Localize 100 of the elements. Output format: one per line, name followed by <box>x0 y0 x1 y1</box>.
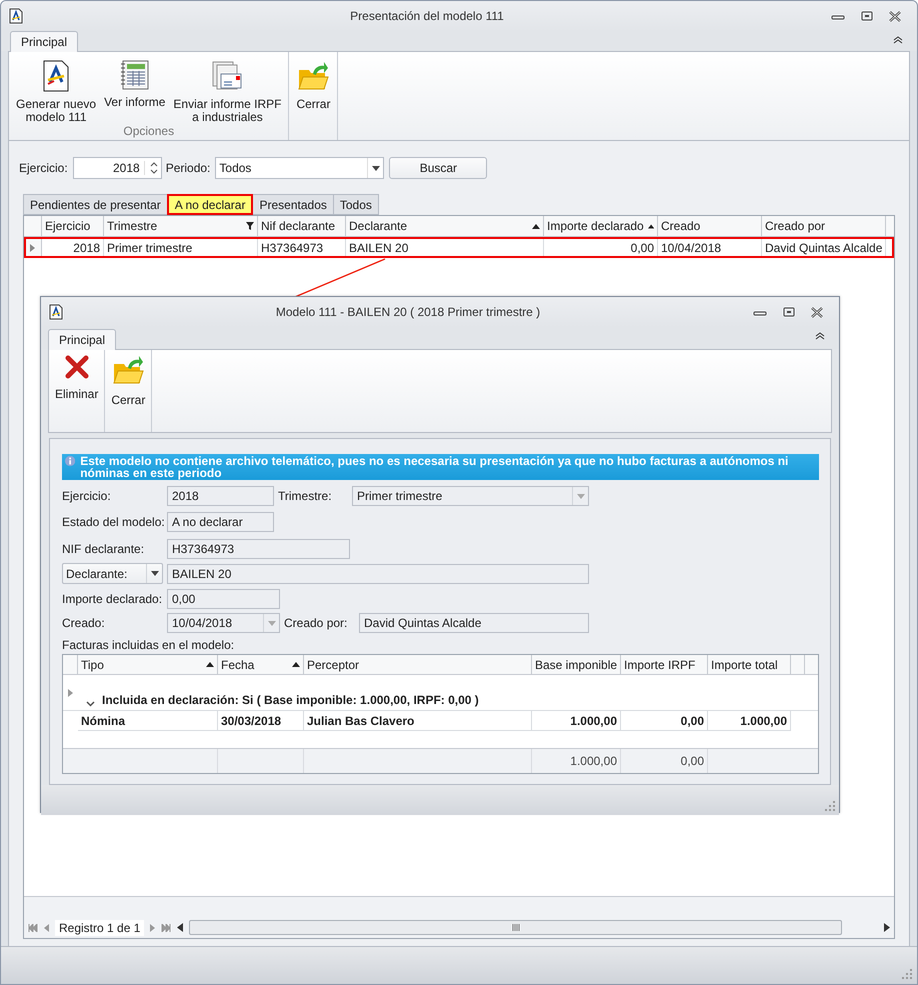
documents-envelope-icon <box>211 60 244 92</box>
text-field[interactable]: David Quintas Alcalde <box>359 613 589 633</box>
column-header[interactable]: Nif declarante <box>258 216 346 236</box>
info-message: Este modelo no contiene archivo telemático, pues no es necesaria su presentación ya que no hubo facturas a autónomos ni nóminas en este periodo <box>80 455 790 479</box>
field-label: Ejercicio: <box>19 161 68 175</box>
close-icon[interactable] <box>889 10 901 22</box>
table-cell: Julian Bas Clavero <box>304 711 532 731</box>
column-header[interactable]: Importe declarado <box>544 216 658 236</box>
text-field[interactable]: H37364973 <box>167 539 350 559</box>
column-header[interactable]: Declarante <box>346 216 544 236</box>
folder-icon <box>112 354 144 386</box>
field-label: Periodo: <box>166 161 210 175</box>
table-cell: 1.000,00 <box>708 711 791 731</box>
delete-icon <box>64 354 90 380</box>
expand-chevron-icon[interactable] <box>86 701 95 707</box>
maximize-icon[interactable] <box>783 307 795 317</box>
table-cell: Primer trimestre <box>104 237 258 258</box>
table-cell: H37364973 <box>258 237 346 258</box>
record-counter: Registro 1 de 1 <box>55 920 144 936</box>
row-indicator-icon <box>30 244 35 252</box>
table-cell: BAILEN 20 <box>346 237 544 258</box>
field-label: Ejercicio: <box>62 489 112 503</box>
collapse-ribbon-icon[interactable] <box>815 332 825 340</box>
field-label: Trimestre: <box>278 489 333 503</box>
column-header[interactable]: Perceptor <box>304 655 532 674</box>
total-cell: 0,00 <box>680 754 704 768</box>
filter-icon[interactable] <box>246 222 254 230</box>
column-header[interactable]: Trimestre <box>104 216 258 236</box>
table-cell: 2018 <box>42 237 104 258</box>
ribbon-button[interactable]: Cerrar <box>108 350 148 407</box>
sort-up-icon[interactable] <box>206 662 214 667</box>
row-indicator-icon <box>68 688 73 696</box>
table-cell: 0,00 <box>621 711 708 731</box>
field-label: NIF declarante: <box>62 542 146 556</box>
ribbon-button[interactable]: Ver informe <box>101 52 168 124</box>
column-header[interactable]: Fecha <box>218 655 304 674</box>
quarter-dropdown[interactable]: Primer trimestre <box>352 486 589 506</box>
table-cell: 30/03/2018 <box>218 711 304 731</box>
table-cell: Nómina <box>78 711 218 731</box>
column-header[interactable]: Importe total <box>708 655 791 674</box>
search-button[interactable]: Buscar <box>389 157 488 179</box>
sort-up-icon[interactable] <box>532 224 540 228</box>
text-field[interactable]: BAILEN 20 <box>167 564 589 584</box>
text-field[interactable]: A no declarar <box>167 512 274 532</box>
ribbon-button[interactable]: Enviar informe IRPF a industriales <box>170 52 284 124</box>
scroll-right-icon[interactable] <box>884 923 890 932</box>
last-page-icon[interactable] <box>161 924 172 932</box>
app-icon <box>49 304 63 320</box>
collapse-ribbon-icon[interactable] <box>893 36 903 44</box>
ribbon-tab[interactable]: Principal <box>10 31 78 52</box>
scrollbar-thumb[interactable] <box>189 920 842 935</box>
document-icon <box>41 60 72 92</box>
date-dropdown[interactable]: 10/04/2018 <box>167 613 280 633</box>
table-cell: 10/04/2018 <box>658 237 762 258</box>
group-row[interactable]: Incluida en declaración: Si ( Base imponible: 1.000,00, IRPF: 0,00 ) <box>102 693 479 707</box>
declarant-dropdown[interactable]: Declarante: <box>62 563 163 584</box>
column-header[interactable]: Creado <box>658 216 762 236</box>
sort-up-icon[interactable] <box>292 662 300 667</box>
table-cell: 0,00 <box>544 237 658 258</box>
dropdown-arrow-icon[interactable] <box>150 571 158 576</box>
column-header[interactable]: Creado por <box>762 216 886 236</box>
app-icon <box>9 8 23 24</box>
section-label: Facturas incluidas en el modelo: <box>62 638 236 652</box>
view-tab[interactable]: Presentados <box>252 194 334 215</box>
close-icon[interactable] <box>811 306 823 318</box>
dialog-title: Modelo 111 - BAILEN 20 ( 2018 Primer trimestre ) <box>274 305 542 319</box>
maximize-icon[interactable] <box>861 11 873 21</box>
ribbon-tab[interactable]: Principal <box>48 329 116 350</box>
period-dropdown[interactable]: Todos <box>215 157 384 179</box>
first-page-icon[interactable] <box>28 924 38 932</box>
scroll-left-icon[interactable] <box>177 923 184 932</box>
column-header[interactable]: Tipo <box>78 655 218 674</box>
ribbon-button[interactable]: Generar nuevo modelo 111 <box>13 52 100 124</box>
resize-grip-icon[interactable] <box>902 969 912 979</box>
previous-page-icon[interactable] <box>44 924 49 932</box>
view-tab[interactable]: A no declarar <box>166 194 254 215</box>
field-label: Creado: <box>62 616 106 630</box>
sort-up-icon[interactable] <box>648 224 654 228</box>
spreadsheet-icon <box>120 60 150 90</box>
next-page-icon[interactable] <box>150 924 156 932</box>
text-field[interactable]: 0,00 <box>167 589 280 609</box>
column-header[interactable]: Ejercicio <box>42 216 104 236</box>
spin-arrows-icon[interactable] <box>150 161 158 175</box>
ribbon-button[interactable]: Cerrar <box>293 52 334 140</box>
ribbon-button[interactable]: Eliminar <box>52 350 102 401</box>
info-icon <box>65 455 76 467</box>
table-cell: David Quintas Alcalde <box>762 237 886 258</box>
dropdown-arrow-icon[interactable] <box>372 166 380 170</box>
table-row[interactable]: 2018 Primer trimestre H37364973 BAILEN 20 0,00 10/04/2018 David Quintas Alcalde <box>24 237 894 258</box>
resize-grip-icon[interactable] <box>825 801 835 811</box>
view-tab[interactable]: Todos <box>332 194 379 215</box>
table-row[interactable]: Nómina 30/03/2018 Julian Bas Clavero 1.000,00 0,00 1.000,00 <box>63 711 818 731</box>
year-spinner[interactable]: 2018 <box>72 157 162 179</box>
column-header[interactable]: Importe IRPF <box>621 655 708 674</box>
view-tab[interactable]: Pendientes de presentar <box>23 194 168 215</box>
group-label: Opciones <box>122 124 176 140</box>
text-field[interactable]: 2018 <box>167 486 274 506</box>
column-header[interactable]: Base imponible <box>532 655 621 674</box>
folder-icon <box>297 60 330 92</box>
field-label: Creado por: <box>284 616 348 630</box>
